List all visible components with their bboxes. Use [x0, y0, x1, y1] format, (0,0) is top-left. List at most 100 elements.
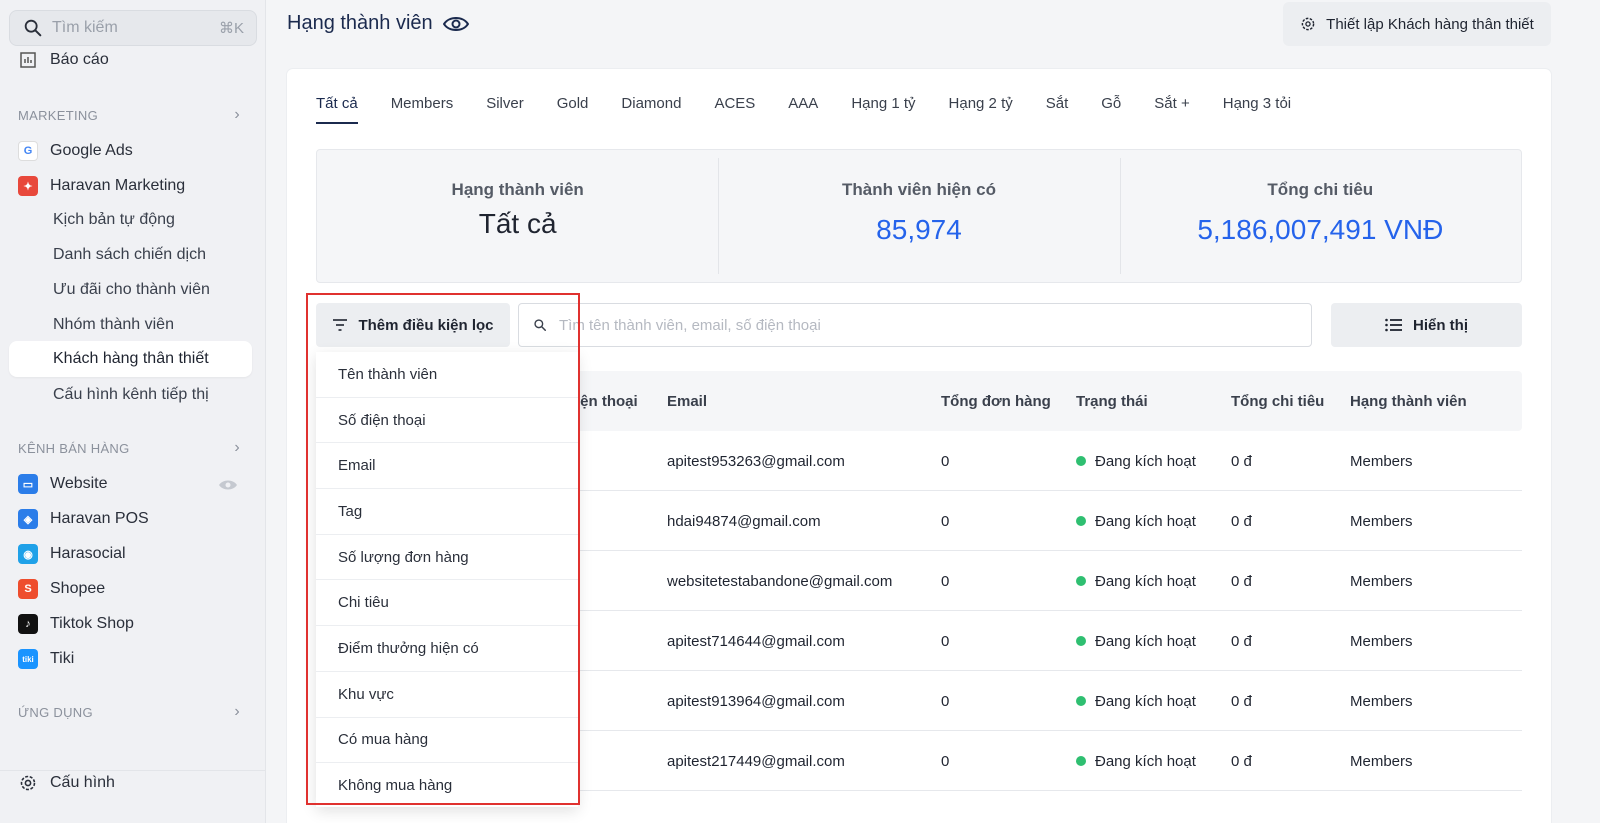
cell-email: apitest217449@gmail.com — [667, 753, 845, 770]
tab-wood[interactable]: Gỗ — [1101, 95, 1121, 124]
filter-button-label: Thêm điều kiện lọc — [358, 316, 494, 334]
filter-option-member-name[interactable]: Tên thành viên — [316, 352, 578, 398]
sidebar-item-automation[interactable]: Kịch bản tự động — [53, 211, 175, 229]
cell-email: apitest913964@gmail.com — [667, 693, 845, 710]
section-marketing[interactable]: MARKETING › — [18, 106, 240, 124]
add-filter-button[interactable]: Thêm điều kiện lọc — [316, 303, 510, 347]
sidebar-item-tiktok-shop[interactable]: ♪ Tiktok Shop — [18, 614, 134, 634]
cell-status: Đang kích hoạt — [1076, 513, 1196, 530]
tab-gold[interactable]: Gold — [557, 95, 589, 124]
sidebar-item-label: Tiki — [50, 650, 75, 667]
col-tier[interactable]: Hạng thành viên — [1350, 393, 1467, 410]
filter-option-region[interactable]: Khu vực — [316, 672, 578, 718]
filter-dropdown: Tên thành viên Số điện thoại Email Tag S… — [316, 352, 578, 807]
loyalty-setup-button[interactable]: Thiết lập Khách hàng thân thiết — [1283, 2, 1551, 46]
sidebar-item-member-offers[interactable]: Ưu đãi cho thành viên — [53, 281, 210, 299]
filter-option-phone[interactable]: Số điện thoại — [316, 398, 578, 444]
sidebar-item-haravan-marketing[interactable]: ✦ Haravan Marketing — [18, 176, 185, 196]
sidebar-item-label: Shopee — [50, 580, 106, 597]
filter-option-no-purchase[interactable]: Không mua hàng — [316, 763, 578, 807]
chart-icon — [20, 52, 36, 68]
section-apps[interactable]: ỨNG DỤNG › — [18, 703, 240, 721]
sidebar-item-member-groups[interactable]: Nhóm thành viên — [53, 316, 174, 334]
stat-label: Hạng thành viên — [451, 180, 584, 199]
tab-aces[interactable]: ACES — [714, 95, 755, 124]
stat-label: Thành viên hiện có — [842, 180, 996, 199]
col-phone[interactable]: iện thoại — [576, 393, 638, 410]
col-spend[interactable]: Tổng chi tiêu — [1231, 393, 1324, 410]
sidebar-item-label: Google Ads — [50, 142, 133, 159]
tab-diamond[interactable]: Diamond — [621, 95, 681, 124]
shopee-icon: S — [18, 579, 38, 599]
member-search-input[interactable]: Tìm tên thành viên, email, số điện thoại — [518, 303, 1312, 347]
tab-aaa[interactable]: AAA — [788, 95, 818, 124]
filter-option-reward-points[interactable]: Điểm thưởng hiện có — [316, 626, 578, 672]
section-sales-channels[interactable]: KÊNH BÁN HÀNG › — [18, 439, 240, 457]
sidebar-item-shopee[interactable]: S Shopee — [18, 579, 105, 599]
cell-tier: Members — [1350, 753, 1413, 770]
sidebar-item-channel-config[interactable]: Cấu hình kênh tiếp thị — [53, 386, 209, 404]
sidebar-item-label: Harasocial — [50, 545, 126, 562]
status-dot-icon — [1076, 456, 1086, 467]
stats-panel: Hạng thành viên Tất cả Thành viên hiện c… — [316, 149, 1522, 283]
stat-total-spend: Tổng chi tiêu 5,186,007,491 VNĐ — [1119, 150, 1521, 282]
tab-tier-1b[interactable]: Hạng 1 tỷ — [851, 95, 915, 124]
cell-status: Đang kích hoạt — [1076, 693, 1196, 710]
status-text: Đang kích hoạt — [1095, 753, 1196, 770]
cell-spend: 0 đ — [1231, 753, 1252, 770]
cell-spend: 0 đ — [1231, 693, 1252, 710]
tab-all[interactable]: Tất cả — [316, 95, 358, 124]
display-button[interactable]: Hiển thị — [1331, 303, 1522, 347]
sidebar-item-haravan-pos[interactable]: ◈ Haravan POS — [18, 509, 149, 529]
filter-option-order-count[interactable]: Số lượng đơn hàng — [316, 535, 578, 581]
eye-icon[interactable] — [218, 478, 238, 492]
tab-members[interactable]: Members — [391, 95, 454, 124]
tab-tier-2b[interactable]: Hạng 2 tỷ — [949, 95, 1013, 124]
cell-tier: Members — [1350, 513, 1413, 530]
filter-option-spend[interactable]: Chi tiêu — [316, 580, 578, 627]
cell-email: apitest953263@gmail.com — [667, 453, 845, 470]
cell-spend: 0 đ — [1231, 513, 1252, 530]
status-dot-icon — [1076, 696, 1086, 707]
cell-orders: 0 — [941, 573, 950, 590]
status-text: Đang kích hoạt — [1095, 693, 1196, 710]
cell-email: hdai94874@gmail.com — [667, 513, 821, 530]
status-dot-icon — [1076, 516, 1086, 527]
sidebar: Tìm kiếm ⌘K Báo cáo MARKETING › G Google… — [0, 0, 266, 823]
sidebar-search[interactable]: Tìm kiếm ⌘K — [9, 10, 257, 46]
cell-orders: 0 — [941, 633, 950, 650]
gear-icon — [1301, 17, 1315, 31]
status-text: Đang kích hoạt — [1095, 513, 1196, 530]
tiki-icon: tiki — [18, 649, 38, 669]
sidebar-item-loyal-customers[interactable]: Khách hàng thân thiết — [9, 341, 252, 377]
pos-icon: ◈ — [18, 509, 38, 529]
sidebar-item-tiki[interactable]: tiki Tiki — [18, 649, 74, 669]
display-button-label: Hiển thị — [1413, 316, 1468, 334]
cell-status: Đang kích hoạt — [1076, 573, 1196, 590]
eye-icon[interactable] — [442, 15, 469, 33]
tab-tier-3b[interactable]: Hạng 3 tỏi — [1223, 95, 1291, 124]
status-dot-icon — [1076, 756, 1086, 767]
tiktok-icon: ♪ — [18, 614, 38, 634]
filter-option-has-purchased[interactable]: Có mua hàng — [316, 718, 578, 764]
sidebar-item-settings[interactable]: Cấu hình — [18, 773, 115, 793]
haravan-marketing-icon: ✦ — [18, 176, 38, 196]
col-email[interactable]: Email — [667, 393, 707, 410]
sidebar-item-label: Haravan Marketing — [50, 177, 186, 194]
sidebar-item-website[interactable]: ▭ Website — [18, 474, 108, 494]
tab-iron-plus[interactable]: Sắt + — [1154, 95, 1189, 124]
tab-iron[interactable]: Sắt — [1046, 95, 1069, 124]
tab-silver[interactable]: Silver — [486, 95, 524, 124]
list-icon — [1385, 318, 1402, 332]
sidebar-item-campaigns[interactable]: Danh sách chiến dịch — [53, 246, 206, 264]
col-status[interactable]: Trạng thái — [1076, 393, 1148, 410]
cell-spend: 0 đ — [1231, 573, 1252, 590]
status-text: Đang kích hoạt — [1095, 453, 1196, 470]
col-orders[interactable]: Tổng đơn hàng — [941, 393, 1051, 410]
filter-option-tag[interactable]: Tag — [316, 489, 578, 535]
sidebar-item-harasocial[interactable]: ◉ Harasocial — [18, 544, 126, 564]
sidebar-item-label: Haravan POS — [50, 510, 149, 527]
filter-option-email[interactable]: Email — [316, 443, 578, 490]
sidebar-item-report[interactable]: Báo cáo — [18, 50, 109, 70]
sidebar-item-google-ads[interactable]: G Google Ads — [18, 141, 133, 161]
